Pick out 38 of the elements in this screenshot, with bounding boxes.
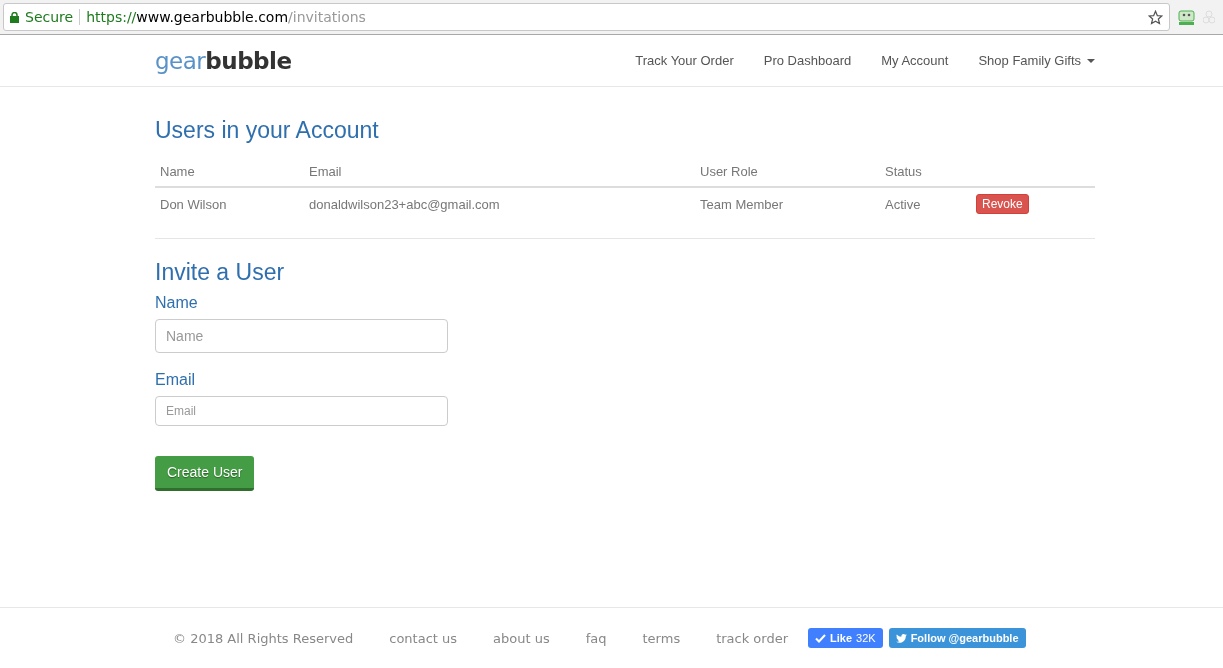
logo[interactable]: gearbubble xyxy=(155,47,292,74)
check-icon xyxy=(815,633,827,643)
footer-link[interactable]: contact us xyxy=(389,630,458,646)
like-button[interactable]: Like 32K xyxy=(808,628,883,648)
section-title: Users in your Account xyxy=(155,117,380,144)
nav-link[interactable]: Shop Family Gifts xyxy=(978,53,1095,68)
nav-link[interactable]: My Account xyxy=(881,53,949,68)
table-cell-text: Team Member xyxy=(700,196,785,212)
footer-link[interactable]: terms xyxy=(642,630,681,646)
section-title: Invite a User xyxy=(155,259,286,286)
security-label: Secure xyxy=(25,9,81,25)
input-field[interactable]: Name xyxy=(155,319,448,353)
url-text: https://www.gearbubble.com/invitations xyxy=(86,9,366,25)
lock-icon xyxy=(10,11,19,23)
footer-link[interactable]: faq xyxy=(585,630,607,646)
nav-link[interactable]: Track Your Order xyxy=(635,53,734,68)
address-bar[interactable]: Secure https://www.gearbubble.com/invitations xyxy=(3,3,1170,31)
copyright-text: © 2018 All Rights Reserved xyxy=(173,630,354,646)
nav-link[interactable]: Pro Dashboard xyxy=(763,53,852,68)
table-cell-text: Don Wilson xyxy=(160,196,228,212)
follow-button[interactable]: Follow @gearbubble xyxy=(888,628,1026,648)
column-header: User Role xyxy=(700,163,759,179)
table-cell-text: donaldwilson23+abc@gmail.com xyxy=(309,196,501,212)
extension-icon[interactable] xyxy=(1178,9,1195,25)
input-field[interactable]: Email xyxy=(155,396,448,426)
revoke-button[interactable]: Revoke xyxy=(976,194,1029,214)
create-user-button[interactable]: Create User xyxy=(155,456,255,491)
footer-link[interactable]: track order xyxy=(716,630,789,646)
caret-icon xyxy=(1087,58,1095,63)
table-cell-text: Active xyxy=(885,196,922,212)
field-label: Email xyxy=(155,371,196,389)
column-header: Name xyxy=(160,163,196,179)
footer-link[interactable]: about us xyxy=(493,630,550,646)
star-icon[interactable] xyxy=(1148,9,1163,25)
bird-icon xyxy=(895,633,907,643)
field-label: Name xyxy=(155,294,199,312)
column-header: Email xyxy=(309,163,343,179)
column-header: Status xyxy=(885,163,923,179)
